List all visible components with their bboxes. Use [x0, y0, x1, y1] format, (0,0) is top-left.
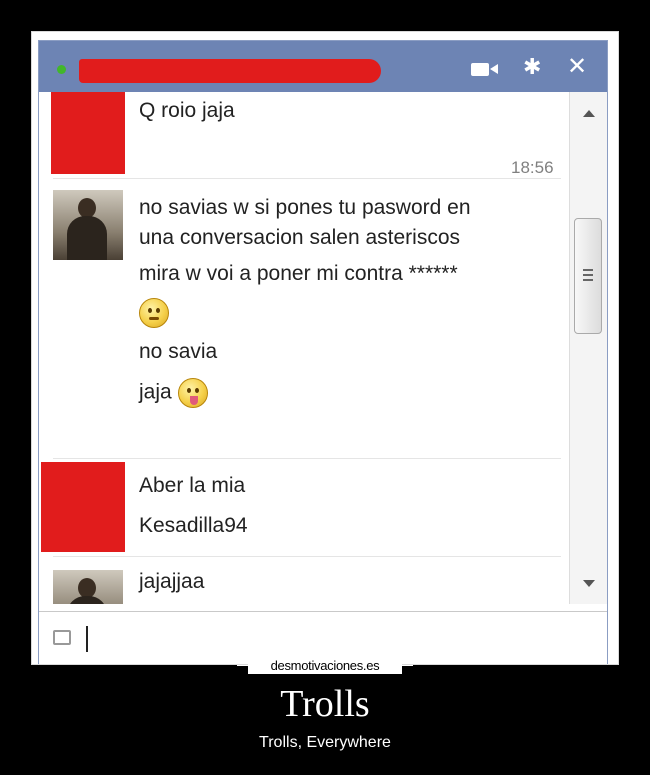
- message-scrollbar[interactable]: [569, 92, 607, 604]
- poster-frame: ✱ ✕ Q roio jaja 18:56 no savias w si pon…: [31, 31, 619, 665]
- message-text: jaja: [139, 380, 172, 404]
- message-text: no savias w si pones tu pasword en: [139, 196, 471, 219]
- poster-subtitle: Trolls, Everywhere: [259, 734, 391, 751]
- redacted-avatar: [51, 92, 125, 174]
- message-text: no savia: [139, 340, 218, 363]
- user-avatar[interactable]: [53, 190, 123, 260]
- brand-watermark: desmotivaciones.es: [248, 658, 402, 674]
- message-group: jajajjaa jajajajajajajjajajajaja: [39, 570, 559, 604]
- confused-face-icon: [139, 298, 169, 328]
- message-text: mira w voi a poner mi contra ******: [139, 262, 458, 285]
- scroll-up-icon[interactable]: [583, 110, 595, 117]
- message-text: Q roio jaja: [139, 99, 235, 122]
- redacted-avatar: [41, 462, 125, 552]
- message-input[interactable]: [86, 626, 88, 652]
- brand-rule-left: [237, 665, 248, 666]
- online-status-icon: [57, 65, 66, 74]
- gear-icon[interactable]: ✱: [523, 56, 541, 78]
- message-group: Aber la mia Kesadilla94: [39, 462, 559, 554]
- user-avatar[interactable]: [53, 570, 123, 604]
- chat-bubble-icon: [53, 630, 71, 645]
- message-text: Aber la mia: [139, 474, 246, 497]
- message-list[interactable]: Q roio jaja 18:56 no savias w si pones t…: [39, 92, 569, 604]
- message-timestamp: 18:56: [511, 158, 554, 177]
- message-text: una conversacion salen asteriscos: [139, 226, 461, 249]
- scroll-down-icon[interactable]: [583, 580, 595, 587]
- chat-window: ✱ ✕ Q roio jaja 18:56 no savias w si pon…: [38, 40, 608, 664]
- scrollbar-thumb[interactable]: [574, 218, 602, 334]
- close-icon[interactable]: ✕: [567, 55, 587, 79]
- message-text: Kesadilla94: [139, 514, 248, 537]
- divider: [53, 178, 561, 179]
- message-input-bar[interactable]: [39, 611, 607, 664]
- brand-rule-right: [402, 665, 413, 666]
- chat-titlebar[interactable]: ✱ ✕: [39, 41, 607, 92]
- divider: [53, 458, 561, 459]
- tongue-out-face-icon: [177, 378, 208, 408]
- message-emoji: [139, 298, 169, 328]
- divider: [53, 556, 561, 557]
- poster-title: Trolls: [280, 683, 370, 725]
- message-group: no savias w si pones tu pasword en una c…: [39, 190, 559, 430]
- redacted-contact-name: [79, 59, 381, 83]
- message-text: jajajjaa: [139, 570, 205, 593]
- message-group: Q roio jaja 18:56: [39, 92, 559, 177]
- message-line: jaja: [139, 378, 208, 408]
